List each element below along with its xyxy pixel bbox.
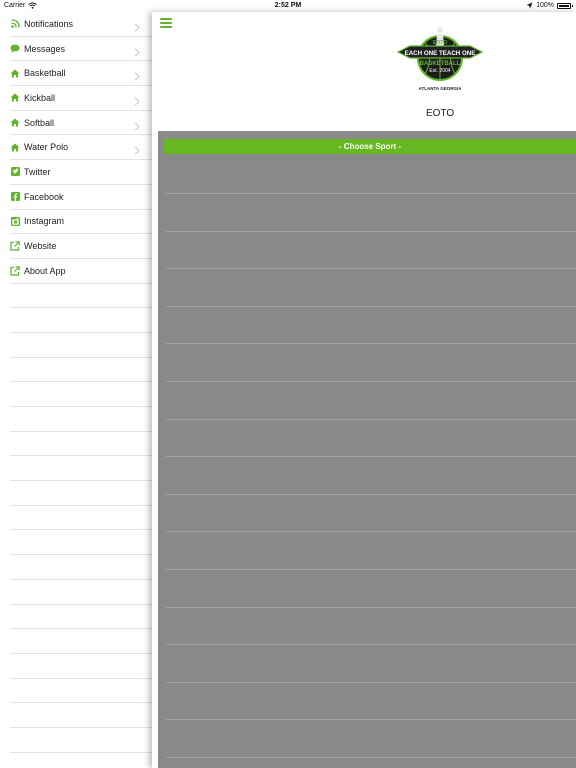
empty-rows bbox=[0, 284, 152, 753]
grey-row-divider bbox=[166, 757, 576, 758]
logo-main-text: EACH ONE TEACH ONE bbox=[405, 50, 476, 57]
chat-bubble-icon bbox=[10, 44, 20, 54]
battery-percent: 100% bbox=[536, 2, 554, 9]
empty-list-row bbox=[10, 679, 152, 704]
empty-list-row bbox=[10, 407, 152, 432]
app-screen: Carrier 2:52 PM 100% Notifications Messag… bbox=[0, 0, 576, 768]
home-icon bbox=[10, 142, 20, 152]
menu-list: Notifications Messages Basketball Kickball S… bbox=[0, 12, 152, 284]
grey-row-divider bbox=[166, 343, 576, 345]
sidebar-item-instagram[interactable]: Instagram bbox=[10, 210, 152, 235]
chevron-right-icon bbox=[134, 118, 144, 131]
sidebar-item-label: Facebook bbox=[24, 191, 64, 202]
instagram-icon bbox=[10, 216, 20, 226]
empty-list-row bbox=[10, 382, 152, 407]
grey-row-divider bbox=[166, 493, 576, 495]
sidebar-item-basketball[interactable]: Basketball bbox=[10, 61, 152, 87]
sidebar-item-facebook[interactable]: Facebook bbox=[10, 185, 152, 210]
grey-row-divider bbox=[166, 193, 576, 194]
sidebar-menu: Notifications Messages Basketball Kickball S… bbox=[0, 12, 152, 768]
sidebar-item-messages[interactable]: Messages bbox=[10, 37, 152, 62]
sidebar-item-softball[interactable]: Softball bbox=[10, 111, 152, 136]
chevron-right-icon bbox=[134, 142, 144, 156]
hamburger-menu-icon[interactable] bbox=[160, 18, 172, 29]
empty-list-row bbox=[10, 728, 152, 753]
logo-est-text: Est. 2004 bbox=[429, 68, 450, 74]
empty-list-row bbox=[10, 308, 152, 333]
logo-location-text: ATLANTA GEORGIA bbox=[419, 86, 463, 91]
grey-row-divider bbox=[166, 644, 576, 646]
sidebar-item-label: Basketball bbox=[24, 68, 66, 79]
main-panel: EOTO EACH ONE TEACH ONE BASKETBALL Est. … bbox=[152, 12, 576, 768]
grey-row-divider bbox=[166, 418, 576, 420]
sidebar-item-label: Softball bbox=[24, 117, 55, 128]
grey-row-divider bbox=[166, 230, 576, 232]
empty-list-row bbox=[10, 358, 152, 383]
home-icon bbox=[10, 118, 20, 128]
chevron-right-icon bbox=[134, 44, 144, 57]
battery-icon bbox=[557, 2, 573, 9]
external-link-icon bbox=[10, 265, 20, 276]
logo-top-text: EOTO bbox=[433, 40, 447, 46]
sidebar-item-label: Instagram bbox=[24, 216, 65, 227]
sidebar-item-twitter[interactable]: Twitter bbox=[10, 160, 152, 185]
sidebar-item-label: Notifications bbox=[24, 18, 74, 29]
empty-list-row bbox=[10, 605, 152, 630]
location-arrow-icon bbox=[526, 2, 533, 9]
empty-list-row bbox=[10, 703, 152, 728]
sidebar-item-label: Website bbox=[24, 241, 57, 252]
logo-sub-text: BASKETBALL bbox=[420, 61, 461, 67]
status-bar: Carrier 2:52 PM 100% bbox=[0, 0, 576, 12]
sidebar-item-label: Messages bbox=[24, 43, 66, 54]
page-title: EOTO bbox=[426, 108, 455, 119]
sidebar-item-label: Water Polo bbox=[24, 142, 69, 153]
facebook-icon bbox=[10, 192, 20, 202]
grey-row-divider bbox=[166, 305, 576, 307]
sidebar-item-website[interactable]: Website bbox=[10, 234, 152, 259]
chevron-right-icon bbox=[134, 68, 144, 81]
external-link-icon bbox=[10, 241, 20, 251]
grey-row-divider bbox=[166, 456, 576, 458]
empty-list-row bbox=[10, 629, 152, 654]
sidebar-item-notifications[interactable]: Notifications bbox=[10, 12, 152, 37]
home-icon bbox=[10, 93, 20, 103]
status-time: 2:52 PM bbox=[274, 2, 302, 9]
grey-row-divider bbox=[166, 681, 576, 683]
home-icon bbox=[10, 68, 20, 78]
grey-row-divider bbox=[166, 569, 576, 570]
grey-row-divider bbox=[166, 719, 576, 721]
empty-list-row bbox=[10, 530, 152, 556]
sidebar-item-kickball[interactable]: Kickball bbox=[10, 86, 152, 111]
empty-list-row bbox=[10, 284, 152, 309]
choose-sport-button[interactable]: - Choose Sport - bbox=[164, 139, 576, 154]
rss-icon bbox=[10, 19, 20, 29]
status-right-group: 100% bbox=[526, 2, 573, 9]
empty-list-row bbox=[10, 481, 152, 506]
sidebar-item-label: About App bbox=[24, 265, 66, 276]
empty-list-row bbox=[10, 456, 152, 482]
twitter-icon bbox=[10, 167, 20, 177]
chevron-right-icon bbox=[134, 93, 144, 106]
empty-list-row bbox=[10, 654, 152, 679]
sport-list-area: - Choose Sport - bbox=[158, 131, 576, 768]
sidebar-item-about-app[interactable]: About App bbox=[10, 259, 152, 284]
empty-list-row bbox=[10, 506, 152, 531]
empty-list-row bbox=[10, 432, 152, 457]
empty-list-row bbox=[10, 333, 152, 358]
sidebar-item-label: Kickball bbox=[24, 92, 56, 103]
eoto-logo: EOTO EACH ONE TEACH ONE BASKETBALL Est. … bbox=[396, 27, 484, 91]
grey-row-divider bbox=[166, 606, 576, 608]
grey-row-divider bbox=[166, 381, 576, 382]
empty-list-row bbox=[10, 555, 152, 580]
empty-list-row bbox=[10, 580, 152, 605]
grey-row-divider bbox=[166, 268, 576, 270]
grey-row-divider bbox=[166, 531, 576, 533]
sidebar-item-water-polo[interactable]: Water Polo bbox=[10, 135, 152, 161]
chevron-right-icon bbox=[134, 19, 144, 32]
sidebar-item-label: Twitter bbox=[24, 166, 51, 177]
